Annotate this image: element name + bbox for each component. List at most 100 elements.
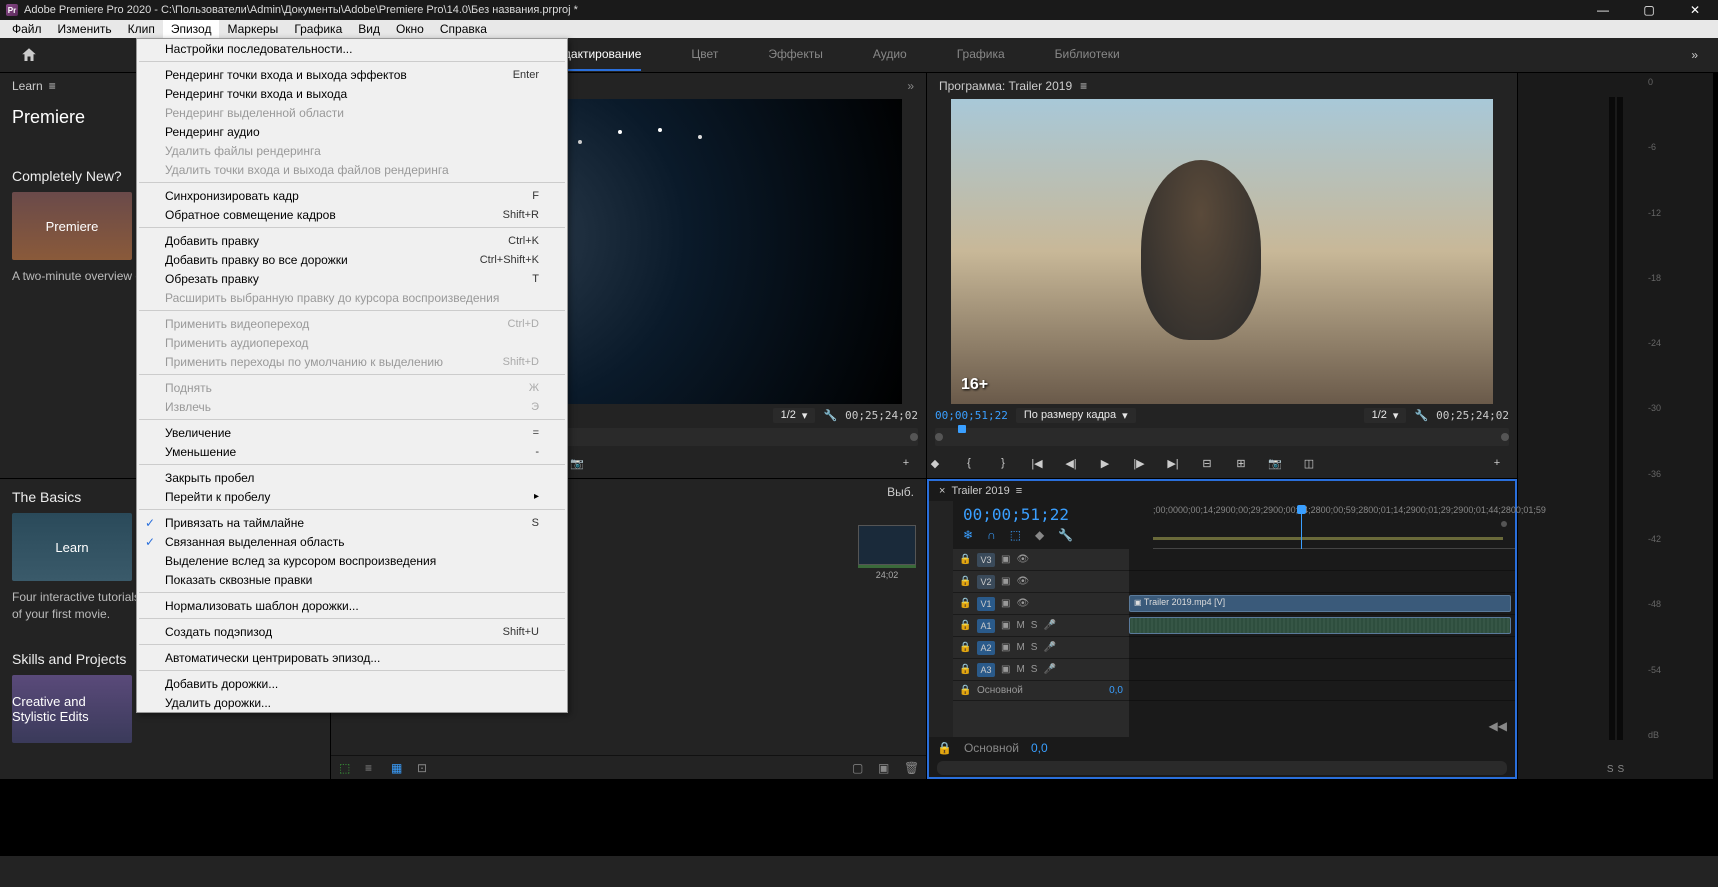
- mute-icon[interactable]: M: [1016, 642, 1024, 653]
- menu-item[interactable]: Настройки последовательности...: [137, 39, 567, 58]
- voice-icon[interactable]: 🎤: [1043, 664, 1055, 675]
- learn-thumb-basics[interactable]: Learn: [12, 513, 132, 581]
- menu-item[interactable]: ✓Связанная выделенная область: [137, 532, 567, 551]
- workspace-tab[interactable]: Аудио: [873, 39, 907, 71]
- track-mix[interactable]: [1129, 681, 1515, 701]
- lock-icon[interactable]: 🔒: [937, 741, 952, 755]
- track-v2[interactable]: [1129, 571, 1515, 593]
- program-scrubber[interactable]: [935, 428, 1509, 446]
- menu-item[interactable]: Перейти к пробелу▸: [137, 487, 567, 506]
- overflow-icon[interactable]: »: [907, 79, 914, 93]
- snap-icon[interactable]: ❄: [963, 528, 973, 542]
- program-zoom-select[interactable]: 1/2 ▾: [1364, 408, 1407, 423]
- lock-icon[interactable]: 🔒: [959, 642, 971, 653]
- learn-thumb-skills[interactable]: Creative and Stylistic Edits: [12, 675, 132, 743]
- list-view-icon[interactable]: ≡: [365, 761, 379, 775]
- eye-icon[interactable]: 👁: [1016, 598, 1029, 609]
- menu-icon[interactable]: ≡: [1016, 485, 1022, 497]
- menu-графика[interactable]: Графика: [286, 20, 350, 38]
- workspace-tab[interactable]: Эффекты: [768, 39, 823, 71]
- voice-icon[interactable]: 🎤: [1043, 620, 1055, 631]
- menu-item[interactable]: Нормализовать шаблон дорожки...: [137, 596, 567, 615]
- menu-item[interactable]: Обратное совмещение кадровShift+R: [137, 205, 567, 224]
- menu-item[interactable]: Рендеринг аудио: [137, 122, 567, 141]
- menu-item[interactable]: Создать подэпизодShift+U: [137, 622, 567, 641]
- menu-item[interactable]: Закрыть пробел: [137, 468, 567, 487]
- go-in-button[interactable]: |◀: [1029, 455, 1045, 471]
- track-header[interactable]: 🔒A2▣MS🎤: [953, 637, 1129, 659]
- menu-item[interactable]: Показать сквозные правки: [137, 570, 567, 589]
- mark-out-button[interactable]: }: [995, 455, 1011, 471]
- audio-clip[interactable]: [1129, 617, 1511, 634]
- track-header[interactable]: 🔒V3▣👁: [953, 549, 1129, 571]
- icon-view-icon[interactable]: ▦: [391, 761, 405, 775]
- maximize-button[interactable]: ▢: [1626, 0, 1672, 20]
- timeline-ruler[interactable]: ;00;0000;00;14;2900;00;29;2900;00;44;280…: [1153, 501, 1515, 549]
- add-button[interactable]: +: [1489, 455, 1505, 471]
- track-v3[interactable]: [1129, 549, 1515, 571]
- menu-item[interactable]: Автоматически центрировать эпизод...: [137, 648, 567, 667]
- toggle-output-icon[interactable]: ▣: [1001, 598, 1010, 609]
- workspace-overflow-icon[interactable]: »: [1691, 48, 1698, 62]
- menu-item[interactable]: Выделение вслед за курсором воспроизведе…: [137, 551, 567, 570]
- menu-icon[interactable]: ≡: [1080, 79, 1087, 93]
- menu-файл[interactable]: Файл: [4, 20, 50, 38]
- track-a1[interactable]: [1129, 615, 1515, 637]
- add-button[interactable]: +: [898, 455, 914, 471]
- add-marker-icon[interactable]: ◆: [1035, 528, 1044, 542]
- solo-left[interactable]: S: [1607, 764, 1614, 775]
- new-item-icon[interactable]: ▣: [878, 761, 892, 775]
- solo-icon[interactable]: S: [1031, 664, 1038, 675]
- menu-справка[interactable]: Справка: [432, 20, 495, 38]
- source-zoom-select[interactable]: 1/2 ▾: [773, 408, 816, 423]
- track-label[interactable]: A2: [977, 641, 995, 655]
- program-current-tc[interactable]: 00;00;51;22: [935, 409, 1008, 422]
- workspace-tab[interactable]: Библиотеки: [1055, 39, 1120, 71]
- track-header[interactable]: 🔒A3▣MS🎤: [953, 659, 1129, 681]
- eye-icon[interactable]: 👁: [1016, 576, 1029, 587]
- export-frame-button[interactable]: 📷: [569, 455, 585, 471]
- wrench-icon[interactable]: 🔧: [1414, 409, 1428, 422]
- lift-button[interactable]: ⊟: [1199, 455, 1215, 471]
- workspace-tab[interactable]: Графика: [957, 39, 1005, 71]
- filter-icon[interactable]: ⬚: [339, 761, 353, 775]
- mix-value[interactable]: 0,0: [1031, 741, 1048, 755]
- close-button[interactable]: ✕: [1672, 0, 1718, 20]
- menu-вид[interactable]: Вид: [350, 20, 388, 38]
- track-a3[interactable]: [1129, 659, 1515, 681]
- program-tab-label[interactable]: Программа: Trailer 2019: [939, 79, 1072, 93]
- minimize-button[interactable]: —: [1580, 0, 1626, 20]
- workspace-tab[interactable]: Цвет: [691, 39, 718, 71]
- lock-icon[interactable]: 🔒: [959, 598, 971, 609]
- menu-item[interactable]: Добавить правкуCtrl+K: [137, 231, 567, 250]
- track-header[interactable]: 🔒V2▣👁: [953, 571, 1129, 593]
- learn-thumb-new[interactable]: Premiere: [12, 192, 132, 260]
- menu-item[interactable]: ✓Привязать на таймлайнеS: [137, 513, 567, 532]
- menu-изменить[interactable]: Изменить: [50, 20, 120, 38]
- extract-button[interactable]: ⊞: [1233, 455, 1249, 471]
- step-fwd-button[interactable]: |▶: [1131, 455, 1147, 471]
- menu-item[interactable]: Удалить дорожки...: [137, 693, 567, 712]
- menu-эпизод[interactable]: Эпизод: [163, 20, 220, 38]
- mute-icon[interactable]: M: [1016, 664, 1024, 675]
- mark-in-button[interactable]: {: [961, 455, 977, 471]
- lock-icon[interactable]: 🔒: [959, 620, 971, 631]
- menu-item[interactable]: Обрезать правкуT: [137, 269, 567, 288]
- toggle-output-icon[interactable]: ▣: [1001, 620, 1010, 631]
- lock-icon[interactable]: 🔒: [959, 664, 971, 675]
- menu-item[interactable]: Рендеринг точки входа и выхода эффектовE…: [137, 65, 567, 84]
- scroll-handle[interactable]: [1501, 521, 1507, 527]
- menu-item[interactable]: Синхронизировать кадрF: [137, 186, 567, 205]
- timeline-tab-label[interactable]: Trailer 2019: [951, 485, 1009, 497]
- track-label[interactable]: V2: [977, 575, 995, 589]
- track-label[interactable]: A3: [977, 663, 995, 677]
- toggle-output-icon[interactable]: ▣: [1001, 642, 1010, 653]
- close-tab-icon[interactable]: ×: [939, 485, 945, 497]
- track-label[interactable]: V1: [977, 597, 995, 611]
- track-a2[interactable]: [1129, 637, 1515, 659]
- menu-item[interactable]: Добавить дорожки...: [137, 674, 567, 693]
- track-label[interactable]: V3: [977, 553, 995, 567]
- voice-icon[interactable]: 🎤: [1043, 642, 1055, 653]
- track-v1[interactable]: ▣ Trailer 2019.mp4 [V]: [1129, 593, 1515, 615]
- wrench-icon[interactable]: 🔧: [823, 409, 837, 422]
